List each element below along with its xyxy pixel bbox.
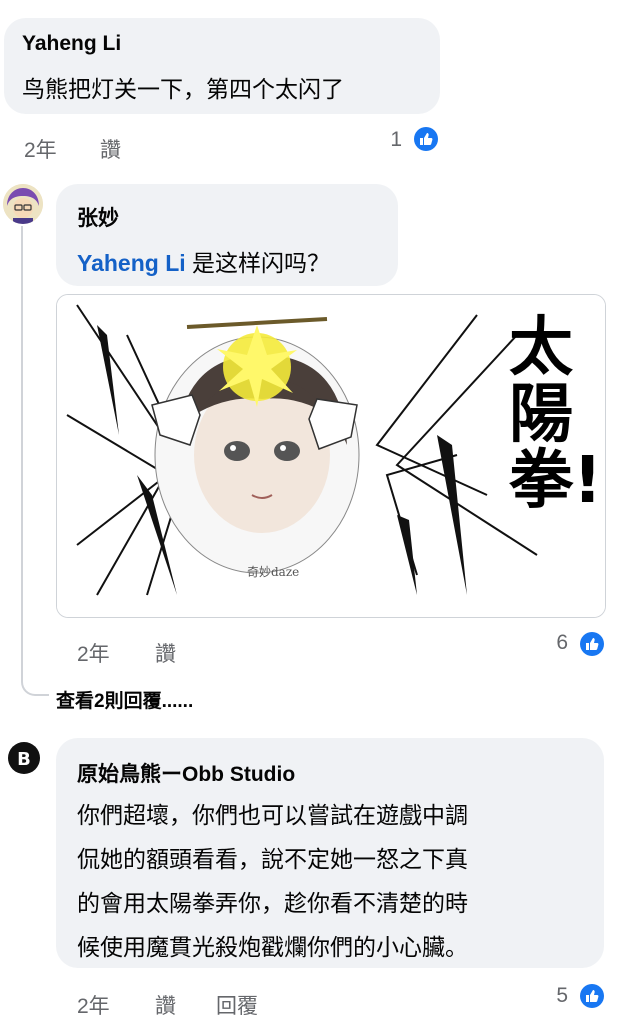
comment-time[interactable]: 2年 bbox=[77, 990, 110, 1020]
thumbs-up-icon[interactable] bbox=[580, 632, 604, 656]
comment-text: Yaheng Li 是这样闪吗？ bbox=[77, 244, 330, 278]
comment-text: 鸟熊把灯关一下，第四个太闪了 bbox=[22, 76, 344, 102]
avatar[interactable]: B bbox=[4, 738, 44, 778]
comment-text-line: 你們超壞，你們也可以嘗試在遊戲中調 bbox=[77, 802, 468, 828]
like-button[interactable]: 讚 bbox=[155, 638, 176, 668]
view-replies-link[interactable]: 查看2則回覆...... bbox=[56, 686, 193, 713]
comment-text-line: 侃她的額頭看看，說不定她一怒之下真 bbox=[77, 846, 468, 872]
reaction-count[interactable]: 1 bbox=[378, 128, 402, 152]
thumbs-up-icon[interactable] bbox=[580, 984, 604, 1008]
like-button[interactable]: 讚 bbox=[155, 990, 176, 1020]
svg-text:B: B bbox=[17, 749, 31, 770]
comment-author[interactable]: 原始鳥熊ーObb Studio bbox=[77, 758, 295, 788]
thumbs-up-icon[interactable] bbox=[414, 127, 438, 151]
manga-caption: 太陽拳!! bbox=[509, 311, 605, 519]
reaction-count[interactable]: 5 bbox=[542, 984, 568, 1008]
like-button[interactable]: 讚 bbox=[100, 134, 121, 164]
comment-author[interactable]: Yaheng Li bbox=[22, 32, 121, 56]
comment-text-line: 的會用太陽拳弄你，趁你看不清楚的時 bbox=[77, 890, 468, 916]
comment-author[interactable]: 张妙 bbox=[77, 202, 119, 232]
comment-text-body: 是这样闪吗？ bbox=[185, 250, 331, 276]
reaction-count[interactable]: 6 bbox=[542, 631, 568, 655]
comment-time[interactable]: 2年 bbox=[24, 134, 57, 164]
image-watermark: 奇妙daze bbox=[247, 565, 300, 579]
comment-time[interactable]: 2年 bbox=[77, 638, 110, 668]
thread-line bbox=[21, 226, 23, 666]
comment-image[interactable]: 太陽拳!! 奇妙daze bbox=[56, 294, 606, 618]
comment-text-line: 候使用魔貫光殺炮戳爛你們的小心臟。 bbox=[77, 934, 468, 960]
avatar[interactable] bbox=[3, 184, 43, 224]
reply-button[interactable]: 回覆 bbox=[216, 990, 258, 1020]
mention-link[interactable]: Yaheng Li bbox=[77, 250, 186, 276]
thread-connector bbox=[21, 666, 49, 696]
